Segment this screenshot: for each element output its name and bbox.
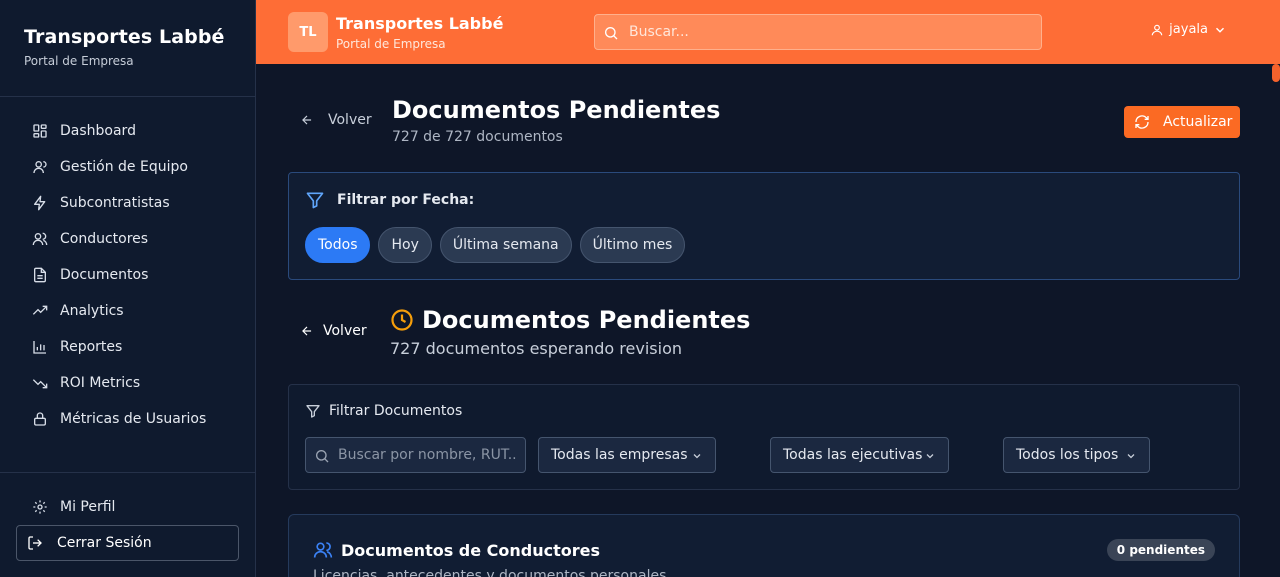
user-menu[interactable]: jayala: [1145, 22, 1232, 37]
sidebar-item-roi-metrics[interactable]: ROI Metrics: [0, 365, 255, 401]
back-button[interactable]: Volver: [300, 112, 372, 128]
bolt-icon: [34, 195, 46, 211]
executive-select-value: Todas las ejecutivas: [783, 447, 923, 463]
sidebar-item-label: Dashboard: [60, 123, 136, 139]
logout-label: Cerrar Sesión: [57, 535, 152, 551]
date-filter-card: Filtrar por Fecha: Todos Hoy Última sema…: [288, 172, 1240, 280]
sidebar-footer: Mi Perfil Cerrar Sesión: [0, 472, 255, 561]
users-icon: [32, 232, 48, 246]
sidebar-nav: Dashboard Gestión de Equipo Subcontratis…: [0, 97, 255, 437]
document-filter-card: Filtrar Documentos Todas las empresas To…: [288, 384, 1240, 490]
sidebar-item-reports[interactable]: Reportes: [0, 329, 255, 365]
chevron-down-icon: [1127, 454, 1135, 459]
refresh-label: Actualizar: [1163, 114, 1233, 130]
chevron-down-icon: [693, 454, 701, 459]
refresh-icon: [1135, 115, 1149, 129]
gear-icon: [33, 500, 47, 514]
sidebar-item-documents[interactable]: Documentos: [0, 257, 255, 293]
username: jayala: [1169, 22, 1208, 37]
date-filter-heading: Filtrar por Fecha:: [305, 190, 474, 210]
sidebar-brand-subtitle: Portal de Empresa: [24, 54, 134, 68]
trending-down-icon: [32, 379, 48, 389]
document-search: [305, 437, 526, 473]
sidebar-item-subcontractors[interactable]: Subcontratistas: [0, 185, 255, 221]
user-icon: [33, 161, 47, 174]
back-label: Volver: [328, 112, 372, 128]
sidebar-item-label: Subcontratistas: [60, 195, 170, 211]
chevron-down-icon: [1215, 27, 1225, 33]
users-icon: [313, 542, 333, 558]
sidebar-item-drivers[interactable]: Conductores: [0, 221, 255, 257]
search-icon: [316, 450, 329, 463]
refresh-button[interactable]: Actualizar: [1124, 106, 1240, 138]
clock-icon: [391, 309, 413, 331]
sidebar-brand-title: Transportes Labbé: [24, 26, 225, 48]
date-chip-all[interactable]: Todos: [305, 227, 371, 263]
header-title: Transportes Labbé: [336, 14, 504, 33]
driver-documents-subtitle: Licencias, antecedentes y documentos per…: [313, 568, 667, 577]
sidebar-item-label: ROI Metrics: [60, 375, 141, 391]
sidebar-item-label: Gestión de Equipo: [60, 159, 188, 175]
date-filter-label: Filtrar por Fecha:: [337, 192, 475, 208]
pending-subtitle: 727 documentos esperando revision: [390, 339, 682, 358]
date-filter-options: Todos Hoy Última semana Último mes: [305, 227, 693, 263]
arrow-left-icon: [302, 115, 312, 125]
document-count: 727 de 727 documentos: [392, 129, 563, 145]
sidebar-item-label: Mi Perfil: [60, 499, 116, 515]
search-icon: [605, 27, 618, 40]
driver-documents-card[interactable]: Documentos de Conductores 0 pendientes L…: [288, 514, 1240, 577]
chevron-down-icon: [926, 454, 934, 459]
driver-documents-heading: Documentos de Conductores: [313, 540, 600, 560]
type-select[interactable]: Todos los tipos: [1003, 437, 1150, 473]
sidebar-item-analytics[interactable]: Analytics: [0, 293, 255, 329]
sidebar-item-dashboard[interactable]: Dashboard: [0, 113, 255, 149]
sidebar-item-label: Analytics: [60, 303, 124, 319]
global-search-input[interactable]: [629, 15, 1029, 49]
filter-icon: [306, 405, 320, 418]
dashboard-icon: [33, 124, 47, 138]
company-select[interactable]: Todas las empresas: [538, 437, 716, 473]
back-button-secondary[interactable]: Volver: [300, 323, 367, 339]
sidebar: Transportes Labbé Portal de Empresa Dash…: [0, 0, 256, 577]
page-title: Documentos Pendientes: [392, 96, 721, 124]
document-icon: [34, 267, 46, 283]
executive-select[interactable]: Todas las ejecutivas: [770, 437, 949, 473]
date-chip-today[interactable]: Hoy: [378, 227, 432, 263]
pending-title: Documentos Pendientes: [422, 306, 751, 334]
filter-icon: [306, 192, 324, 209]
sidebar-item-team[interactable]: Gestión de Equipo: [0, 149, 255, 185]
scrollbar-thumb[interactable]: [1272, 64, 1280, 82]
document-search-input[interactable]: [338, 438, 518, 472]
logout-button[interactable]: Cerrar Sesión: [16, 525, 239, 561]
logout-icon: [28, 536, 42, 550]
date-chip-last-month[interactable]: Último mes: [579, 227, 686, 263]
pending-count-badge: 0 pendientes: [1106, 539, 1215, 561]
sidebar-brand: Transportes Labbé Portal de Empresa: [0, 0, 255, 97]
sidebar-item-profile[interactable]: Mi Perfil: [0, 489, 255, 525]
sidebar-item-user-metrics[interactable]: Métricas de Usuarios: [0, 401, 255, 437]
sidebar-item-label: Reportes: [60, 339, 123, 355]
bar-chart-icon: [33, 341, 46, 354]
sidebar-item-label: Métricas de Usuarios: [60, 411, 207, 427]
user-icon: [1151, 24, 1163, 35]
sidebar-item-label: Conductores: [60, 231, 149, 247]
arrow-left-icon: [302, 326, 312, 336]
back-label: Volver: [323, 323, 367, 339]
company-logo: TL: [288, 12, 328, 52]
main-content: Volver Documentos Pendientes 727 de 727 …: [256, 64, 1272, 577]
lock-icon: [34, 412, 46, 426]
trending-up-icon: [32, 305, 48, 315]
date-chip-last-week[interactable]: Última semana: [439, 227, 572, 263]
document-filter-heading: Filtrar Documentos: [305, 403, 462, 419]
driver-documents-title: Documentos de Conductores: [341, 540, 601, 560]
type-select-value: Todos los tipos: [1016, 447, 1119, 463]
header-subtitle: Portal de Empresa: [336, 37, 446, 51]
document-filter-label: Filtrar Documentos: [329, 403, 463, 419]
global-search: [594, 14, 1042, 50]
company-select-value: Todas las empresas: [551, 447, 688, 463]
sidebar-item-label: Documentos: [60, 267, 149, 283]
top-header: TL Transportes Labbé Portal de Empresa j…: [256, 0, 1280, 64]
